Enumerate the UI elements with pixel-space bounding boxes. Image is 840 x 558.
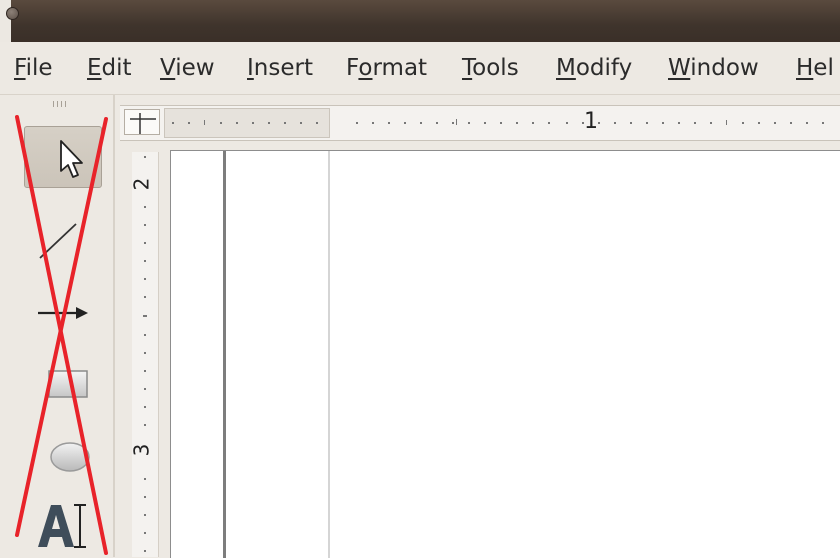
menu-insert-accel: I <box>247 55 254 81</box>
vertical-ruler[interactable]: 2 3 <box>129 152 159 557</box>
crosshair-icon <box>130 113 156 134</box>
menu-file[interactable]: File <box>14 42 53 94</box>
ellipse-icon <box>50 442 90 472</box>
toolbar-separator <box>113 95 115 557</box>
menu-help-rest: el <box>813 55 834 81</box>
page-border-line <box>223 151 226 558</box>
ruler-origin-corner[interactable] <box>124 109 160 135</box>
drawing-toolbar <box>12 95 113 557</box>
rectangle-tool-button[interactable] <box>24 353 102 415</box>
vertical-ruler-number-2: 2 <box>129 177 154 191</box>
menu-window[interactable]: Window <box>668 42 759 94</box>
arrow-line-icon <box>38 307 88 319</box>
pointer-icon <box>60 140 83 178</box>
menu-help-accel: H <box>796 55 814 81</box>
menu-file-rest: ile <box>25 55 53 81</box>
vertical-ruler-ticks <box>143 156 147 552</box>
ellipse-tool-button[interactable] <box>24 427 102 489</box>
menu-tools-accel: T <box>462 55 473 81</box>
menu-file-accel: F <box>14 55 26 81</box>
menu-window-rest: indow <box>690 55 759 81</box>
toolbar-grip-handle[interactable] <box>53 101 69 107</box>
menu-format-rest: rmat <box>372 55 428 81</box>
menu-tools-rest: ools <box>472 55 519 81</box>
menu-edit-rest: dit <box>101 55 132 81</box>
horizontal-ruler-number: 1 <box>584 109 598 134</box>
menu-view[interactable]: View <box>160 42 215 94</box>
menu-format-text: F <box>346 55 359 81</box>
menu-modify-accel: M <box>556 55 576 81</box>
title-bar-edge <box>0 0 11 42</box>
menu-view-accel: V <box>160 55 176 81</box>
menu-edit-accel: E <box>87 55 102 81</box>
menu-insert-rest: nsert <box>253 55 313 81</box>
title-bar <box>0 0 840 42</box>
menu-modify-rest: odify <box>575 55 633 81</box>
menu-format-accel: o <box>358 55 373 81</box>
line-icon <box>39 223 77 259</box>
menu-insert[interactable]: Insert <box>247 42 313 94</box>
rectangle-icon <box>48 370 88 398</box>
text-insert-icon <box>38 504 86 548</box>
menu-view-rest: iew <box>175 55 215 81</box>
text-tool-button[interactable] <box>24 491 102 553</box>
horizontal-ruler[interactable]: 1 <box>120 105 840 141</box>
menu-format[interactable]: Format <box>346 42 427 94</box>
menu-window-accel: W <box>668 55 691 81</box>
vertical-ruler-number-3: 3 <box>129 443 154 457</box>
drawing-canvas[interactable] <box>170 150 840 558</box>
page-margin-line <box>328 151 330 558</box>
horizontal-ruler-ticks <box>172 119 824 125</box>
line-tool-button[interactable] <box>24 208 102 270</box>
menu-help[interactable]: Hel <box>796 42 834 94</box>
menu-bar: File Edit View Insert Format Tools Modif… <box>0 42 840 95</box>
menu-modify[interactable]: Modify <box>556 42 632 94</box>
menu-edit[interactable]: Edit <box>87 42 132 94</box>
arrow-line-tool-button[interactable] <box>24 283 102 345</box>
window-close-icon[interactable] <box>6 7 19 20</box>
select-tool-button[interactable] <box>24 126 102 188</box>
menu-tools[interactable]: Tools <box>462 42 519 94</box>
